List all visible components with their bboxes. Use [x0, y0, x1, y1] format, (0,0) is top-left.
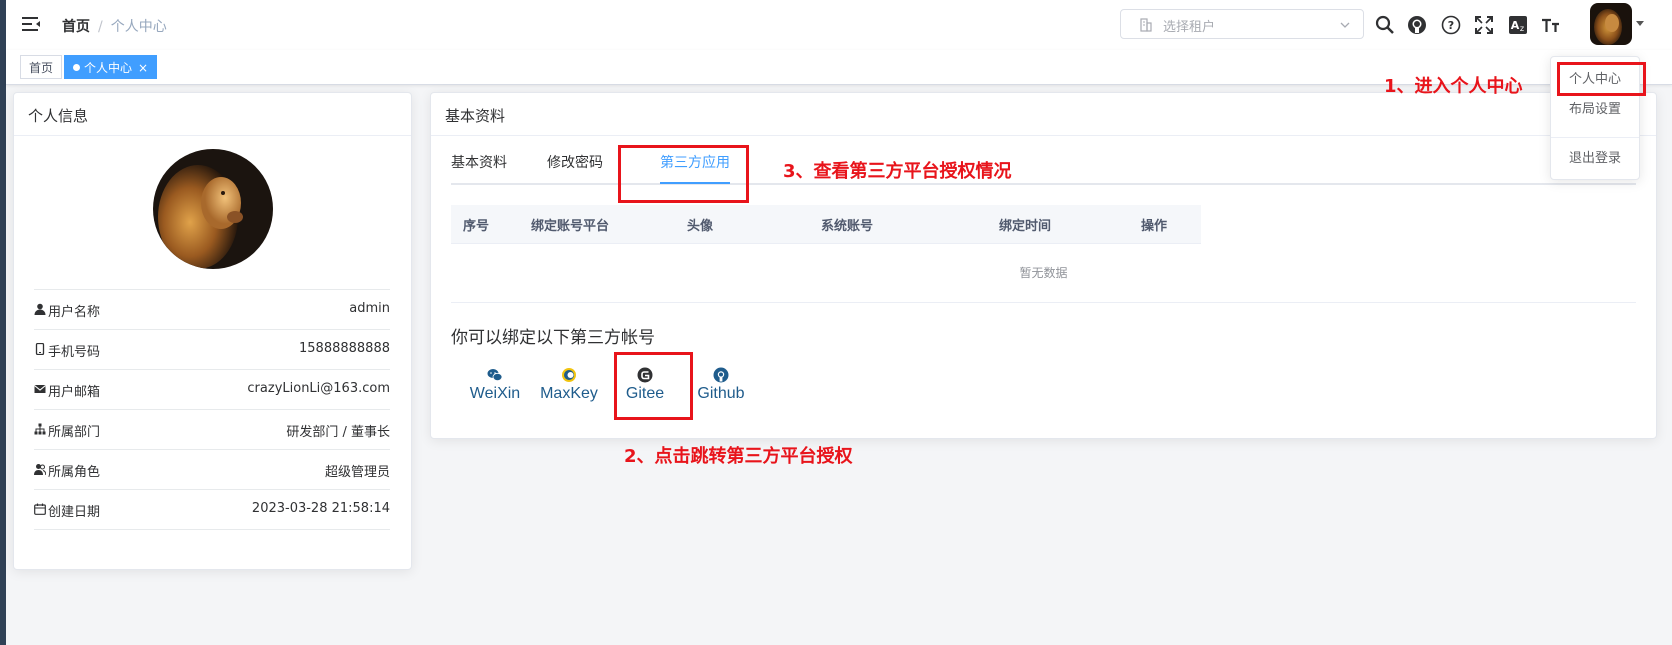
field-label: 所属部门 — [48, 425, 101, 440]
field-label: 所属角色 — [48, 465, 101, 480]
tag-home[interactable]: 首页 — [20, 55, 63, 79]
email-icon — [34, 383, 46, 395]
peoples-icon — [34, 463, 47, 476]
github-icon[interactable] — [1406, 14, 1428, 36]
platform-label: WeiXin — [469, 385, 521, 402]
platform-github[interactable]: Github — [689, 367, 753, 403]
tag-profile[interactable]: 个人中心 × — [64, 55, 158, 79]
date-icon — [34, 503, 46, 515]
profile-avatar[interactable] — [153, 149, 273, 269]
tab-basic-info[interactable]: 基本资料 — [451, 145, 507, 183]
empty-text: 暂无数据 — [1019, 266, 1068, 280]
menu-item-layout-settings[interactable]: 布局设置 — [1551, 98, 1639, 117]
column-header: 头像 — [687, 219, 714, 234]
platform-label: Github — [697, 385, 745, 402]
active-dot-icon — [73, 64, 80, 71]
chevron-down-icon — [1339, 19, 1351, 31]
basic-card-title: 基本资料 — [431, 93, 1656, 136]
annotation-box-third-party-tab — [618, 145, 749, 203]
svg-text:A: A — [1511, 19, 1520, 32]
help-icon[interactable]: ? — [1440, 14, 1462, 36]
user-card-title: 个人信息 — [14, 93, 411, 136]
annotation-step2: 2、点击跳转第三方平台授权 — [624, 446, 853, 467]
bind-title: 你可以绑定以下第三方帐号 — [451, 328, 655, 348]
annotation-box-gitee — [614, 352, 693, 420]
hamburger-icon[interactable] — [20, 13, 42, 35]
list-item: 用户名称 admin — [34, 289, 390, 329]
menu-item-logout[interactable]: 退出登录 — [1551, 147, 1639, 166]
breadcrumb-current: 个人中心 — [110, 19, 167, 35]
platform-maxkey[interactable]: MaxKey — [537, 367, 601, 403]
list-item: 所属角色 超级管理员 — [34, 449, 390, 489]
bind-table: 序号 绑定账号平台 头像 系统账号 绑定时间 操作 暂无数据 — [451, 205, 1636, 303]
breadcrumb-home[interactable]: 首页 — [62, 19, 90, 35]
wechat-icon — [487, 367, 503, 383]
building-icon — [1139, 18, 1153, 32]
annotation-step1: 1、进入个人中心 — [1384, 76, 1523, 97]
field-label: 手机号码 — [48, 345, 101, 360]
list-item: 创建日期 2023-03-28 21:58:14 — [34, 489, 390, 530]
avatar[interactable] — [1590, 3, 1632, 45]
field-value: 15888888888 — [299, 341, 390, 356]
user-info-card: 个人信息 用户名称 admin 手机号码 15888888888 用户邮箱 cr… — [13, 92, 412, 570]
list-item: 用户邮箱 crazyLionLi@163.com — [34, 369, 390, 409]
empty-row: 暂无数据 — [451, 244, 1636, 303]
fullscreen-icon[interactable] — [1473, 14, 1495, 36]
field-value: admin — [349, 301, 390, 316]
column-header: 序号 — [463, 219, 490, 234]
column-header: 系统账号 — [821, 219, 874, 234]
column-header: 操作 — [1141, 219, 1168, 234]
svg-text:?: ? — [1448, 19, 1454, 32]
table-header: 序号 绑定账号平台 头像 系统账号 绑定时间 操作 — [451, 205, 1201, 244]
menu-divider — [1551, 137, 1639, 138]
tag-profile-label: 个人中心 — [84, 61, 133, 75]
platform-weixin[interactable]: WeiXin — [467, 367, 523, 403]
annotation-step3: 3、查看第三方平台授权情况 — [783, 161, 1012, 182]
list-item: 所属部门 研发部门 / 董事长 — [34, 409, 390, 449]
sidebar-edge — [0, 0, 6, 645]
tenant-select[interactable]: 选择租户 — [1120, 9, 1364, 39]
tree-icon — [34, 423, 46, 435]
field-label: 创建日期 — [48, 505, 101, 520]
svg-text:z: z — [1520, 24, 1524, 33]
maxkey-icon — [561, 367, 577, 383]
field-value: 超级管理员 — [324, 465, 390, 480]
close-icon[interactable]: × — [138, 61, 148, 75]
field-value: 研发部门 / 董事长 — [286, 425, 390, 440]
breadcrumb: 首页 / 个人中心 — [62, 16, 167, 36]
list-item: 手机号码 15888888888 — [34, 329, 390, 369]
translate-icon[interactable]: Az — [1507, 14, 1529, 36]
annotation-box-profile — [1557, 62, 1646, 96]
breadcrumb-separator: / — [98, 19, 103, 35]
field-value: crazyLionLi@163.com — [247, 381, 390, 396]
column-header: 绑定账号平台 — [531, 219, 610, 234]
platform-label: MaxKey — [540, 385, 598, 402]
field-label: 用户名称 — [48, 305, 101, 320]
tenant-placeholder: 选择租户 — [1163, 20, 1216, 35]
search-icon[interactable] — [1374, 14, 1396, 36]
user-info-list: 用户名称 admin 手机号码 15888888888 用户邮箱 crazyLi… — [34, 289, 390, 530]
field-value: 2023-03-28 21:58:14 — [251, 501, 390, 516]
column-header: 绑定时间 — [999, 219, 1052, 234]
phone-icon — [34, 342, 46, 356]
navbar: 首页 / 个人中心 选择租户 ? Az — [6, 0, 1672, 51]
caret-down-icon[interactable] — [1636, 21, 1644, 26]
github-icon — [713, 367, 729, 383]
font-size-icon[interactable] — [1539, 14, 1561, 36]
tab-change-password[interactable]: 修改密码 — [547, 145, 603, 183]
field-label: 用户邮箱 — [48, 385, 101, 400]
user-icon — [34, 303, 46, 315]
